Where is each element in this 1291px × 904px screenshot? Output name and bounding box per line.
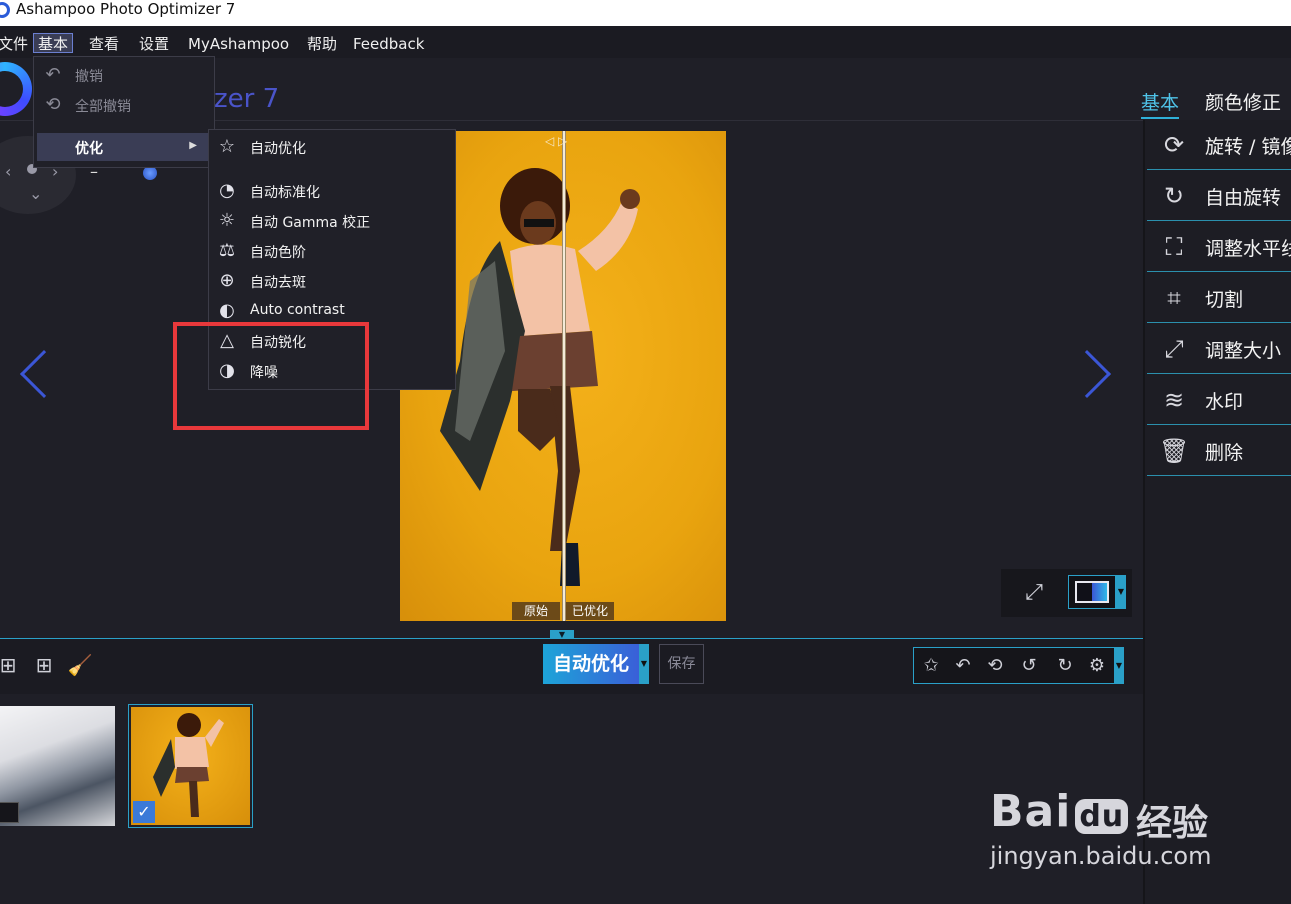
menu-optimize[interactable]: 优化 ▶ [37,133,211,161]
brand-name: zer 7 [214,84,280,114]
rotate-left-90-icon[interactable]: ↺ [1014,652,1044,680]
label-original: 原始 [512,602,560,620]
stars-icon[interactable]: ✩ [916,652,946,680]
fullscreen-expand-icon[interactable]: ⤢ [1018,578,1050,608]
watermark-logo-text: Bai du [990,786,1129,837]
resize-icon: ⤢ [1164,335,1184,363]
add-file-icon[interactable]: ⊞ [0,651,22,679]
undo-icon[interactable]: ↶ [948,652,978,680]
menu-undo-all[interactable]: ⟲ 全部撤销 [34,91,214,119]
tool-label: 删除 [1205,442,1244,464]
tool-rotate-mirror[interactable]: ⟳ 旋转 / 镜像 [1147,120,1291,170]
menu-file[interactable]: 文件 [0,34,32,54]
app-icon [0,2,10,18]
menu-help[interactable]: 帮助 [303,34,341,54]
window-title: Ashampoo Photo Optimizer 7 [16,0,236,18]
rotate-right-90-icon[interactable]: ↻ [1050,652,1080,680]
tool-level-horizon[interactable]: ⛶ 调整水平线 [1147,222,1291,272]
menu-settings[interactable]: 设置 [135,34,173,54]
watermark-bai: Bai [990,786,1072,837]
compare-divider[interactable] [562,131,566,621]
thumbnail-checkbox[interactable] [0,802,19,823]
submenu-auto-levels[interactable]: ⚖ 自动色阶 [209,236,455,266]
submenu-label: 自动 Gamma 校正 [250,215,371,231]
clear-brush-icon[interactable]: 🧹 [66,651,94,679]
normalize-icon: ◔ [219,180,235,201]
submenu-auto-despeckle[interactable]: ⊕ 自动去斑 [209,266,455,296]
despeckle-icon: ⊕ [219,270,235,291]
submenu-label: Auto contrast [250,302,345,318]
tab-basic[interactable]: 基本 [1141,88,1180,119]
tool-resize[interactable]: ⤢ 调整大小 [1147,324,1291,374]
previous-image-arrow-icon[interactable] [19,349,69,399]
add-folder-icon[interactable]: ⊞ [30,651,58,679]
menu-undo[interactable]: ↶ 撤销 [34,61,214,89]
menu-myashampoo[interactable]: MyAshampoo [184,34,293,54]
divider-handle-icon[interactable]: ◁ ▷ [545,134,567,148]
title-bar: Ashampoo Photo Optimizer 7 [0,0,1291,26]
tool-label: 水印 [1205,391,1244,413]
tool-label: 调整水平线 [1205,238,1291,260]
save-button[interactable]: 保存 [659,644,704,684]
submenu-auto-normalize[interactable]: ◔ 自动标准化 [209,176,455,206]
zoom-slider-knob[interactable] [143,166,157,180]
menu-bar: 文件 基本 查看 设置 MyAshampoo 帮助 Feedback [0,26,1291,58]
annotation-highlight-box [173,322,369,430]
tool-label: 调整大小 [1205,340,1282,362]
app-logo [0,62,32,116]
watermark-icon: ≋ [1163,386,1185,414]
levels-icon: ⚖ [218,240,236,261]
undo-icon: ↶ [45,64,61,85]
tool-watermark[interactable]: ≋ 水印 [1147,375,1291,425]
menu-view[interactable]: 查看 [85,34,123,54]
menu-feedback[interactable]: Feedback [349,34,428,54]
tool-label: 自由旋转 [1205,187,1282,209]
tool-label: 切割 [1205,289,1244,311]
menu-basic[interactable]: 基本 [33,33,74,53]
watermark-url: jingyan.baidu.com [990,842,1212,870]
free-rotate-icon: ↻ [1163,182,1185,210]
submenu-label: 自动色阶 [250,245,306,261]
menu-undo-label: 撤销 [75,69,103,85]
compare-mode-button[interactable] [1068,575,1116,609]
rotate-mirror-icon: ⟳ [1163,131,1185,159]
quick-actions-bar: ✩ ↶ ⟲ ↺ ↻ ⚙ [913,647,1116,684]
auto-optimize-dropdown-icon[interactable]: ▼ [639,644,649,684]
thumbnail-checked-icon[interactable]: ✓ [133,801,155,823]
basic-dropdown-menu: ↶ 撤销 ⟲ 全部撤销 优化 ▶ [33,56,215,168]
submenu-label: 自动去斑 [250,275,306,291]
baidu-watermark: Bai du 经验 jingyan.baidu.com [990,768,1260,878]
gamma-icon: ☼ [218,210,236,231]
nav-left-icon[interactable]: ‹ [5,162,11,181]
crop-icon: ⌗ [1167,284,1181,312]
compare-mode-dropdown-icon[interactable]: ▼ [1116,575,1126,609]
tool-label: 旋转 / 镜像 [1205,136,1291,158]
menu-optimize-label: 优化 [75,141,103,157]
watermark-du: du [1075,799,1129,834]
submenu-label: 自动优化 [250,141,306,157]
tool-delete[interactable]: 🗑 删除 [1147,426,1291,476]
star-icon: ☆ [218,136,236,157]
undo-all-icon[interactable]: ⟲ [980,652,1010,680]
submenu-arrow-icon: ▶ [189,140,197,151]
nav-down-icon[interactable]: ⌄ [29,184,42,203]
gear-icon[interactable]: ⚙ [1082,652,1112,680]
next-image-arrow-icon[interactable] [1062,349,1112,399]
watermark-jingyan: 经验 [1136,803,1209,844]
split-view-icon [1075,581,1109,603]
quick-actions-dropdown-icon[interactable]: ▼ [1114,647,1124,684]
trash-icon: 🗑 [1159,437,1190,465]
submenu-auto-optimize[interactable]: ☆ 自动优化 [209,132,455,162]
submenu-label: 自动标准化 [250,185,320,201]
tool-free-rotate[interactable]: ↻ 自由旋转 [1147,171,1291,221]
submenu-auto-gamma[interactable]: ☼ 自动 Gamma 校正 [209,206,455,236]
auto-optimize-button[interactable]: 自动优化 [543,644,639,684]
tab-color-correction[interactable]: 颜色修正 [1205,88,1281,115]
tool-crop[interactable]: ⌗ 切割 [1147,273,1291,323]
contrast-icon: ◐ [219,300,235,321]
menu-undo-all-label: 全部撤销 [75,99,131,115]
undo-all-icon: ⟲ [45,94,61,115]
level-horizon-icon: ⛶ [1165,233,1183,261]
label-optimized: 已优化 [566,602,614,620]
